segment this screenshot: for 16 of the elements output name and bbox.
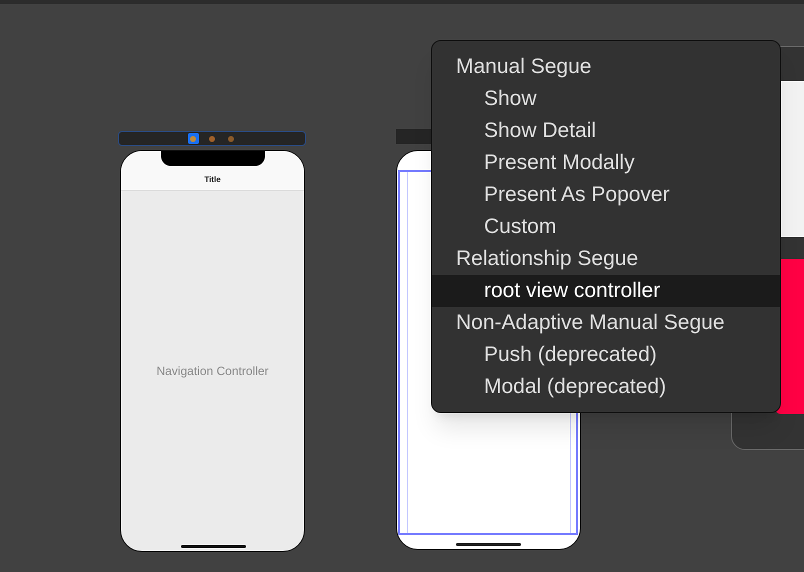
dock-icon[interactable] — [188, 133, 198, 144]
home-indicator — [181, 545, 246, 548]
menu-item[interactable]: Present Modally — [432, 147, 780, 179]
scene-label: Navigation Controller — [156, 363, 269, 380]
menu-item[interactable]: Custom — [432, 211, 780, 243]
menu-item[interactable]: Show Detail — [432, 115, 780, 147]
menu-item[interactable]: Push (deprecated) — [432, 339, 780, 371]
menu-section-header: Non-Adaptive Manual Segue — [455, 310, 726, 336]
menu-item[interactable]: root view controller — [432, 275, 780, 307]
navigation-title: Title — [204, 174, 221, 186]
menu-item[interactable]: Show — [432, 83, 780, 115]
menu-item[interactable]: Modal (deprecated) — [432, 371, 780, 403]
menu-section-header: Relationship Segue — [455, 246, 640, 272]
menu-section-header: Manual Segue — [455, 54, 592, 80]
menu-item[interactable]: Present As Popover — [432, 179, 780, 211]
home-indicator — [456, 543, 521, 546]
